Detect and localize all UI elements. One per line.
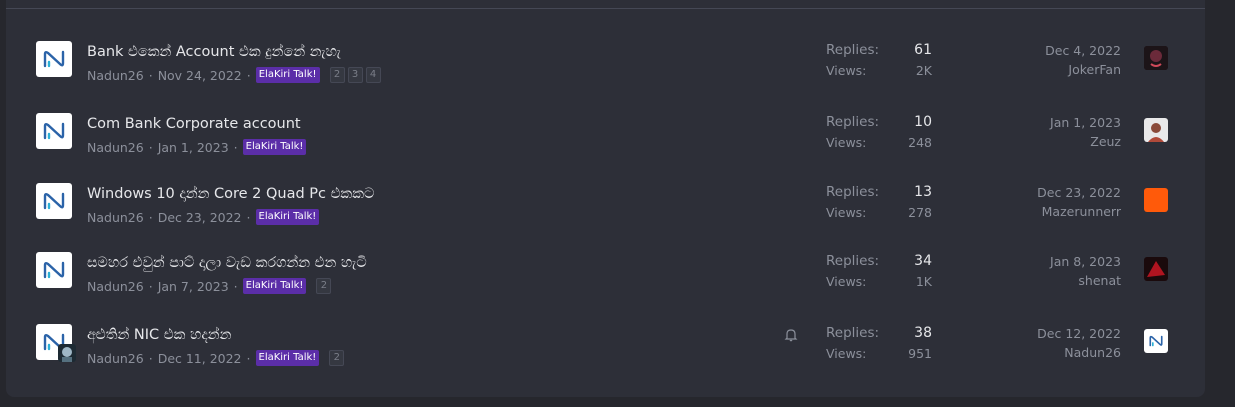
thread-start-date[interactable]: Jan 1, 2023: [158, 140, 229, 155]
thread-start-date[interactable]: Jan 7, 2023: [158, 279, 229, 294]
page-link[interactable]: 2: [316, 278, 332, 294]
separator: ·: [246, 209, 251, 225]
separator: ·: [148, 139, 153, 155]
thread-title-link[interactable]: Com Bank Corporate account: [87, 116, 301, 132]
thread-start-date[interactable]: Nov 24, 2022: [158, 68, 242, 83]
thread-meta: Nadun26 · Jan 1, 2023 · ElaKiri Talk!: [87, 139, 307, 155]
site-logo-icon: [1149, 335, 1163, 347]
author-avatar[interactable]: [36, 252, 72, 288]
thread-row[interactable]: සමහර එවුන් පාට් දාලා වැඩ කරගන්න එන හැටි …: [6, 250, 1205, 310]
separator: ·: [148, 350, 153, 366]
page-jump-links: 2 3 4: [329, 67, 384, 83]
last-poster-name[interactable]: JokerFan: [1068, 62, 1121, 77]
thread-prefix-badge[interactable]: ElaKiri Talk!: [255, 67, 320, 83]
author-avatar[interactable]: [36, 113, 72, 149]
thread-title-link[interactable]: සමහර එවුන් පාට් දාලා වැඩ කරගන්න එන හැටි: [87, 255, 367, 271]
last-poster-avatar[interactable]: [1144, 188, 1168, 212]
joker-avatar-icon: [1144, 46, 1168, 70]
last-poster-avatar[interactable]: [1144, 46, 1168, 70]
thread-title-link[interactable]: Bank එකෙන් Account එක දුන්නේ නැහැ: [87, 44, 341, 60]
thread-meta: Nadun26 · Dec 23, 2022 · ElaKiri Talk!: [87, 209, 320, 225]
last-poster-name[interactable]: Mazerunnerr: [1042, 204, 1121, 219]
replies-count: 13: [914, 184, 932, 200]
thread-row[interactable]: Com Bank Corporate account Nadun26 · Jan…: [6, 111, 1205, 171]
views-count: 248: [908, 135, 932, 150]
thread-prefix-badge[interactable]: ElaKiri Talk!: [255, 350, 320, 366]
thread-title-link[interactable]: අළුතින් NIC එක හදන්න: [87, 327, 231, 343]
thread-title-link[interactable]: Windows 10 දාන්න Core 2 Quad Pc එකකට: [87, 186, 374, 202]
thread-prefix-badge[interactable]: ElaKiri Talk!: [242, 139, 307, 155]
author-avatar[interactable]: [36, 41, 72, 77]
thread-start-date[interactable]: Dec 23, 2022: [158, 210, 242, 225]
last-poster-name[interactable]: Zeuz: [1090, 134, 1121, 149]
thread-row[interactable]: Windows 10 දාන්න Core 2 Quad Pc එකකට Nad…: [6, 181, 1205, 241]
page-jump-links: 2: [316, 278, 334, 294]
separator: ·: [246, 67, 251, 83]
separator: ·: [233, 139, 238, 155]
thread-meta: Nadun26 · Nov 24, 2022 · ElaKiri Talk! 2…: [87, 67, 384, 83]
page-link[interactable]: 4: [365, 67, 381, 83]
author-avatar[interactable]: [36, 183, 72, 219]
separator: ·: [148, 67, 153, 83]
person-avatar-icon: [1144, 118, 1168, 142]
thread-author[interactable]: Nadun26: [87, 210, 144, 225]
last-poster-name[interactable]: shenat: [1078, 273, 1121, 288]
separator: ·: [148, 278, 153, 294]
dark-red-avatar-icon: [1144, 257, 1168, 281]
separator: ·: [246, 350, 251, 366]
separator: ·: [148, 209, 153, 225]
last-post-date[interactable]: Dec 4, 2022: [1045, 43, 1121, 58]
character-avatar-icon: [62, 347, 72, 362]
participant-mini-avatar[interactable]: [58, 344, 76, 362]
thread-author[interactable]: Nadun26: [87, 140, 144, 155]
site-logo-icon: [43, 192, 65, 210]
views-count: 951: [908, 346, 932, 361]
thread-prefix-badge[interactable]: ElaKiri Talk!: [255, 209, 320, 225]
thread-author[interactable]: Nadun26: [87, 68, 144, 83]
page-link[interactable]: 3: [347, 67, 363, 83]
last-post-date[interactable]: Jan 1, 2023: [1050, 115, 1121, 130]
separator: ·: [233, 278, 238, 294]
last-poster-avatar[interactable]: [1144, 118, 1168, 142]
replies-count: 61: [914, 42, 932, 58]
last-poster-name[interactable]: Nadun26: [1064, 345, 1121, 360]
watched-bell-icon[interactable]: [784, 328, 798, 342]
thread-author[interactable]: Nadun26: [87, 279, 144, 294]
page-jump-links: 2: [329, 350, 347, 366]
site-logo-icon: [43, 50, 65, 68]
site-logo-icon: [43, 122, 65, 140]
views-count: 278: [908, 205, 932, 220]
replies-count: 38: [914, 325, 932, 341]
thread-list-panel: Bank එකෙන් Account එක දුන්නේ නැහැ Nadun2…: [6, 0, 1205, 397]
thread-row[interactable]: Bank එකෙන් Account එක දුන්නේ නැහැ Nadun2…: [6, 39, 1205, 99]
thread-meta: Nadun26 · Jan 7, 2023 · ElaKiri Talk! 2: [87, 278, 334, 294]
last-post-date[interactable]: Dec 23, 2022: [1037, 185, 1121, 200]
last-post-date[interactable]: Jan 8, 2023: [1050, 254, 1121, 269]
replies-count: 10: [914, 114, 932, 130]
views-count: 2K: [915, 63, 932, 78]
page-link[interactable]: 2: [329, 350, 345, 366]
last-poster-avatar[interactable]: [1144, 257, 1168, 281]
site-logo-icon: [43, 261, 65, 279]
thread-author[interactable]: Nadun26: [87, 351, 144, 366]
page-link[interactable]: 2: [329, 67, 345, 83]
thread-start-date[interactable]: Dec 11, 2022: [158, 351, 242, 366]
views-count: 1K: [915, 274, 932, 289]
thread-meta: Nadun26 · Dec 11, 2022 · ElaKiri Talk! 2: [87, 350, 347, 366]
thread-prefix-badge[interactable]: ElaKiri Talk!: [242, 278, 307, 294]
replies-count: 34: [914, 253, 932, 269]
divider: [6, 8, 1205, 9]
last-post-date[interactable]: Dec 12, 2022: [1037, 326, 1121, 341]
last-poster-avatar[interactable]: [1144, 329, 1168, 353]
thread-row[interactable]: අළුතින් NIC එක හදන්න Nadun26 · Dec 11, 2…: [6, 322, 1205, 382]
